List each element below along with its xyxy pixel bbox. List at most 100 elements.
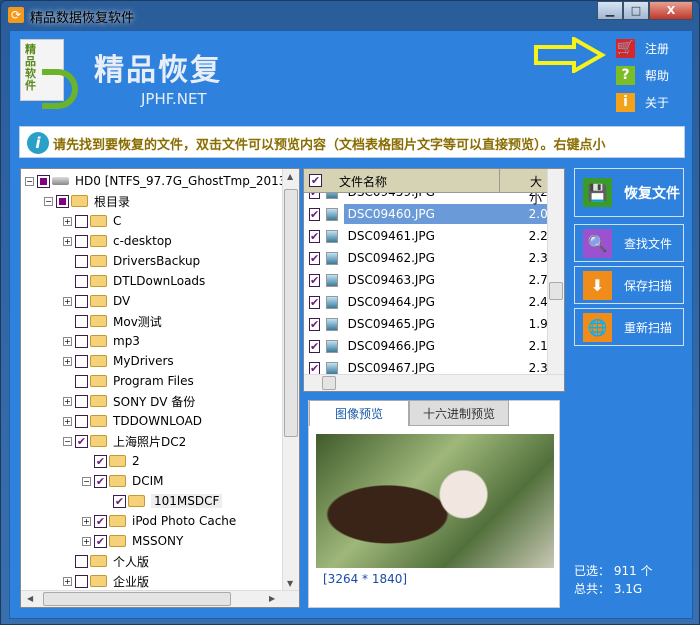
file-name: DSC09462.JPG 2.3M — [347, 251, 559, 265]
tree-item[interactable]: ✔ 2 — [82, 451, 140, 471]
tree-checkbox[interactable] — [75, 314, 88, 328]
tree-item[interactable]: − ✔ DCIM — [82, 471, 164, 491]
tree-checkbox[interactable] — [75, 554, 88, 568]
file-list-vertical-scrollbar[interactable] — [547, 169, 564, 374]
expand-toggle-icon[interactable]: − — [44, 196, 53, 206]
file-checkbox[interactable]: ✔ — [309, 317, 321, 331]
header-link-0[interactable]: 🛒 注册 — [616, 39, 669, 58]
tree-item[interactable]: + ✔ iPod Photo Cache — [82, 511, 236, 531]
tree-item[interactable]: + SONY DV 备份 — [63, 391, 195, 411]
tab-image-preview[interactable]: 图像预览 — [309, 400, 409, 426]
maximize-button[interactable]: □ — [623, 1, 649, 20]
header-link-1[interactable]: ? 帮助 — [616, 66, 669, 85]
tree-item[interactable]: + TDDOWNLOAD — [63, 411, 202, 431]
tree-item-label: DTLDownLoads — [113, 274, 206, 288]
tree-item[interactable]: + DV — [63, 291, 130, 311]
tree-item[interactable]: + mp3 — [63, 331, 140, 351]
folder-icon — [90, 395, 107, 407]
tree-horizontal-scrollbar[interactable]: ◀ ▶ — [21, 590, 299, 607]
file-row[interactable]: ✔ DSC09462.JPG 2.3M — [304, 247, 559, 269]
tree-checkbox[interactable] — [75, 374, 88, 388]
expand-toggle-icon[interactable]: + — [63, 416, 72, 426]
expand-toggle-icon[interactable]: + — [63, 236, 72, 246]
file-row[interactable]: ✔ DSC09465.JPG 1.9M — [304, 313, 558, 335]
tree-checkbox[interactable] — [37, 174, 50, 188]
tree-item[interactable]: ✔ 101MSDCF — [101, 491, 223, 511]
action-button-3[interactable]: 🌐 重新扫描 — [574, 308, 684, 346]
tree-item[interactable]: DTLDownLoads — [63, 271, 205, 291]
header-link-2[interactable]: i 关于 — [616, 93, 669, 112]
file-list-horizontal-scrollbar[interactable] — [304, 374, 564, 391]
tree-checkbox[interactable] — [75, 394, 88, 408]
tree-checkbox[interactable]: ✔ — [94, 474, 107, 488]
tree-checkbox[interactable] — [75, 234, 88, 248]
directory-tree[interactable]: − HD0 [NTFS_97.7G_GhostTmp_2013− 根目录 + C + c-d… — [20, 168, 300, 608]
tree-checkbox[interactable]: ✔ — [113, 494, 126, 508]
tree-checkbox[interactable] — [75, 354, 88, 368]
tree-checkbox[interactable] — [75, 254, 88, 268]
tree-checkbox[interactable] — [75, 214, 88, 228]
expand-toggle-icon[interactable]: + — [82, 516, 91, 526]
file-row[interactable]: ✔ DSC09463.JPG 2.7M — [304, 269, 558, 291]
tree-checkbox[interactable] — [75, 574, 88, 588]
action-button-1[interactable]: 🔍 查找文件 — [574, 224, 684, 262]
action-label: 保存扫描 — [624, 278, 673, 293]
tree-checkbox[interactable] — [56, 194, 69, 208]
file-checkbox[interactable]: ✔ — [309, 251, 321, 265]
tree-checkbox[interactable]: ✔ — [94, 454, 107, 468]
tree-item[interactable]: − 根目录 — [44, 191, 130, 211]
title-bar: ⟳ 精品数据恢复软件 ▁ □ X — [1, 1, 700, 29]
tree-item[interactable]: Program Files — [63, 371, 194, 391]
tree-item[interactable]: + c-desktop — [63, 231, 172, 251]
expand-toggle-icon[interactable]: + — [82, 536, 91, 546]
file-row[interactable]: ✔ DSC09466.JPG 2.1M — [304, 335, 558, 357]
expand-toggle-icon[interactable]: + — [63, 216, 72, 226]
tree-item[interactable]: + ✔ MSSONY — [82, 531, 183, 551]
tree-item[interactable]: + C — [63, 211, 121, 231]
minimize-button[interactable]: ▁ — [597, 1, 623, 20]
file-checkbox[interactable]: ✔ — [309, 273, 321, 287]
column-header-size[interactable]: 大小 — [499, 169, 549, 206]
tab-hex-preview[interactable]: 十六进制预览 — [409, 400, 509, 426]
select-all-checkbox[interactable]: ✔ — [309, 174, 322, 187]
file-checkbox[interactable]: ✔ — [309, 339, 321, 353]
action-button-0[interactable]: 💾 恢复文件 — [574, 168, 684, 217]
expand-toggle-icon[interactable]: − — [25, 176, 34, 186]
tree-item[interactable]: − HD0 [NTFS_97.7G_GhostTmp_2013 — [25, 171, 286, 191]
tree-item[interactable]: 个人版 — [63, 551, 149, 571]
tree-checkbox[interactable]: ✔ — [94, 514, 107, 528]
tree-checkbox[interactable] — [75, 334, 88, 348]
file-checkbox[interactable]: ✔ — [309, 207, 321, 221]
expand-toggle-icon[interactable]: + — [63, 336, 72, 346]
tree-item[interactable]: + 企业版 — [63, 571, 149, 591]
action-button-2[interactable]: ⬇ 保存扫描 — [574, 266, 684, 304]
expand-toggle-icon[interactable]: + — [63, 356, 72, 366]
folder-icon — [90, 435, 107, 447]
file-checkbox[interactable]: ✔ — [309, 361, 321, 375]
tree-item[interactable]: Mov测试 — [63, 311, 162, 331]
tree-item[interactable]: DriversBackup — [63, 251, 200, 271]
folder-icon — [90, 315, 107, 327]
file-row[interactable]: ✔ DSC09464.JPG 2.4M — [304, 291, 558, 313]
column-header-name[interactable]: 文件名称 — [339, 173, 387, 190]
brand-title: 精品恢复 — [94, 53, 222, 88]
tree-checkbox[interactable]: ✔ — [94, 534, 107, 548]
tree-checkbox[interactable] — [75, 274, 88, 288]
expand-toggle-icon[interactable]: − — [82, 476, 91, 486]
tree-item[interactable]: + MyDrivers — [63, 351, 174, 371]
close-button[interactable]: X — [649, 1, 693, 20]
tree-checkbox[interactable] — [75, 414, 88, 428]
file-list[interactable]: ✔DSC09459.JPG2.2M✔DSC09460.JPG2.0M✔DSC09… — [303, 168, 565, 392]
expand-toggle-icon[interactable]: + — [63, 576, 72, 586]
tree-checkbox[interactable] — [75, 294, 88, 308]
file-row[interactable]: ✔ DSC09461.JPG 2.2M — [304, 225, 558, 247]
file-checkbox[interactable]: ✔ — [309, 229, 321, 243]
expand-toggle-icon[interactable]: − — [63, 436, 72, 446]
file-row[interactable]: ✔ DSC09460.JPG 2.0M — [304, 203, 558, 225]
tree-checkbox[interactable]: ✔ — [75, 434, 88, 448]
expand-toggle-icon[interactable]: + — [63, 396, 72, 406]
expand-toggle-icon[interactable]: + — [63, 296, 72, 306]
file-checkbox[interactable]: ✔ — [309, 295, 321, 309]
tree-item[interactable]: − ✔ 上海照片DC2 — [63, 431, 186, 451]
tree-vertical-scrollbar[interactable]: ▲ ▼ — [282, 169, 299, 591]
